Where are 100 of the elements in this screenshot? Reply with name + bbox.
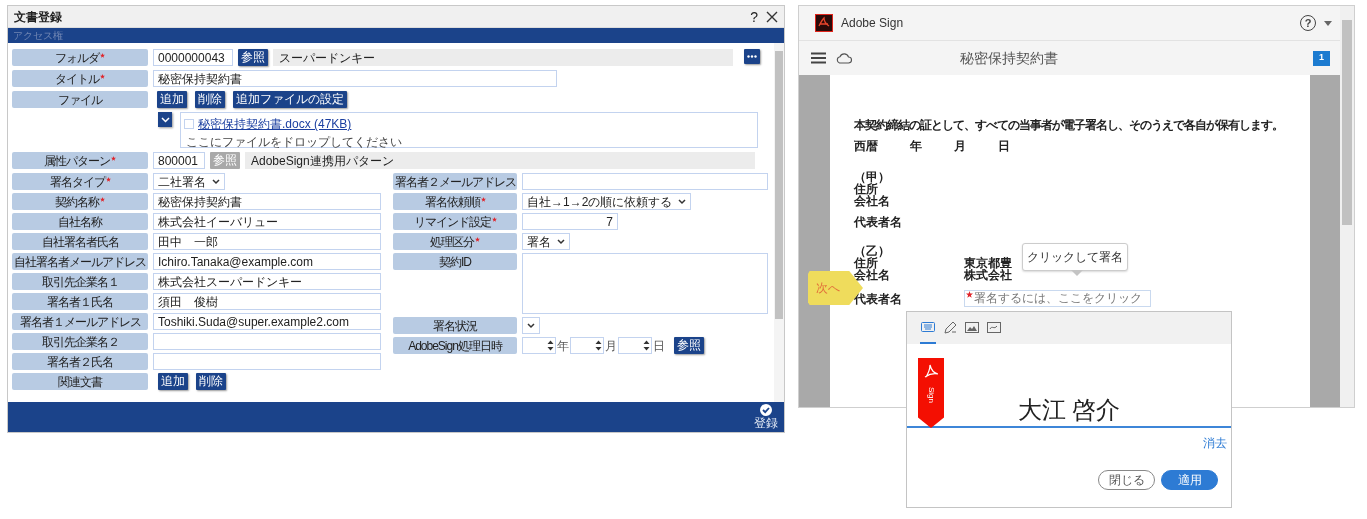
help-button[interactable]: ? <box>750 9 758 24</box>
logo-icon <box>815 14 833 32</box>
label-text: タイトル <box>55 70 99 88</box>
label-text: 処理区分 <box>430 233 474 251</box>
spin-field[interactable] <box>618 337 652 354</box>
device-icon <box>987 321 1001 334</box>
document-text: 月 <box>954 140 966 152</box>
menu-icon[interactable] <box>811 52 826 64</box>
clear-link[interactable]: 消去 <box>1203 434 1227 452</box>
chevron-icon <box>678 198 687 205</box>
chevron-icon <box>527 322 535 329</box>
text-field[interactable] <box>522 173 768 190</box>
code-field[interactable]: 0000000043 <box>153 49 233 66</box>
label-text: AdobeSign処理日時 <box>408 337 502 355</box>
document-text: 年 <box>910 140 922 152</box>
text-field[interactable]: Toshiki.Suda@super.example2.com <box>153 313 381 330</box>
text-field[interactable]: 秘密保持契約書 <box>153 193 381 210</box>
app-name: Adobe Sign <box>841 15 905 32</box>
spinner-icon[interactable] <box>595 340 602 351</box>
caret-icon[interactable] <box>1324 20 1332 26</box>
apply-button[interactable]: 適用 <box>1161 470 1218 490</box>
unit-label: 月 <box>605 338 617 355</box>
add-button[interactable]: 追加 <box>157 91 187 108</box>
document-text: 西暦 <box>854 140 878 152</box>
close-button[interactable]: 閉じる <box>1098 470 1155 490</box>
expand-button[interactable] <box>158 112 172 127</box>
label-text: 自社名称 <box>58 213 102 231</box>
more-button[interactable] <box>744 49 760 64</box>
document-title: 秘密保持契約書 <box>959 48 1059 68</box>
spin-field[interactable] <box>522 337 556 354</box>
label-text: 署名者２氏名 <box>47 353 113 371</box>
document-text: 住所 <box>854 183 878 195</box>
label-text: 署名タイプ <box>49 173 105 191</box>
window-title: 文書登録 <box>14 8 63 26</box>
tooltip-pointer <box>1071 270 1083 276</box>
delete-button[interactable]: 削除 <box>196 373 226 390</box>
label-text: 署名状況 <box>433 317 477 335</box>
select-field[interactable]: 二社署名 <box>153 173 225 190</box>
browse-button[interactable]: 参照 <box>674 337 704 354</box>
tooltip: クリックして署名 <box>1022 243 1128 271</box>
delete-button[interactable]: 削除 <box>195 91 225 108</box>
badge-text: Sign <box>926 387 937 403</box>
spin-field[interactable] <box>570 337 604 354</box>
label-text: 取引先企業名２ <box>41 333 119 351</box>
text-field[interactable] <box>153 333 381 350</box>
document-text: 会社名 <box>854 195 891 207</box>
keyboard-icon <box>921 321 935 334</box>
chevron-icon <box>212 178 220 185</box>
document-text: 株式会社 <box>964 269 1012 281</box>
text-field[interactable]: 須田 俊樹 <box>153 293 381 310</box>
label-text: 関連文書 <box>58 373 102 391</box>
text-field[interactable]: Ichiro.Tanaka@example.com <box>153 253 381 270</box>
label-text: 取引先企業名１ <box>41 273 119 291</box>
label-text: フォルダ <box>55 49 99 67</box>
text-field[interactable] <box>153 353 381 370</box>
text-field[interactable]: 田中 一郎 <box>153 233 381 250</box>
code-field[interactable]: 800001 <box>153 152 205 169</box>
image-icon <box>965 321 979 334</box>
pen-icon <box>943 321 957 334</box>
select-field[interactable]: 署名 <box>522 233 570 250</box>
add-button[interactable]: 追加 <box>158 373 188 390</box>
checkbox[interactable] <box>184 119 194 129</box>
scrollbar[interactable] <box>774 43 784 402</box>
close-icon[interactable] <box>766 10 778 23</box>
select-field[interactable] <box>522 317 540 334</box>
number-field[interactable]: 7 <box>522 213 618 230</box>
chevron-icon <box>160 116 170 123</box>
label-text: 署名者２メールアドレス <box>394 173 516 191</box>
browse-button[interactable]: 参照 <box>238 49 268 66</box>
drop-hint: ここにファイルをドロップしてください <box>185 136 403 150</box>
name-display: AdobeSign連携用パターン <box>245 152 755 169</box>
select-field[interactable]: 自社→1→2の順に依頼する <box>522 193 692 210</box>
spinner-icon[interactable] <box>643 340 650 351</box>
label-text: 契約名称 <box>55 193 99 211</box>
text-field[interactable]: 秘密保持契約書 <box>153 70 557 87</box>
spinner-icon[interactable] <box>547 340 554 351</box>
file-settings-button[interactable]: 追加ファイルの設定 <box>233 91 347 108</box>
label-text: 自社署名者メールアドレス <box>14 253 146 271</box>
label-text: 契約ID <box>439 253 471 271</box>
label-text: ファイル <box>58 91 102 109</box>
signature-tab[interactable] <box>920 321 936 344</box>
name-display: スーパードンキー <box>273 49 733 66</box>
chevron-icon <box>557 238 565 245</box>
label-text: 属性パターン <box>44 152 110 170</box>
acrobat-icon <box>923 364 939 378</box>
text-field[interactable]: 株式会社スーパードンキー <box>153 273 381 290</box>
signature-field[interactable]: 署名するには、ここをクリック <box>964 290 1151 307</box>
label-text: 自社署名者氏名 <box>41 233 119 251</box>
text-field[interactable]: 株式会社イーバリュー <box>153 213 381 230</box>
document-text: （甲） <box>854 171 891 183</box>
document-text: 日 <box>998 140 1010 152</box>
file-drop-area[interactable]: 秘密保持契約書.docx (47KB) ここにファイルをドロップしてください <box>180 112 758 148</box>
file-link[interactable]: 秘密保持契約書.docx (47KB) <box>198 115 352 133</box>
cloud-icon[interactable] <box>836 52 852 64</box>
label-text: リマインド設定 <box>413 213 491 231</box>
unit-label: 年 <box>557 338 569 355</box>
signature-text: 大江 啓介 <box>1017 396 1121 425</box>
unit-label: 日 <box>653 338 665 355</box>
register-button[interactable]: 登録 <box>754 403 778 431</box>
scrollbar[interactable] <box>1340 6 1354 407</box>
